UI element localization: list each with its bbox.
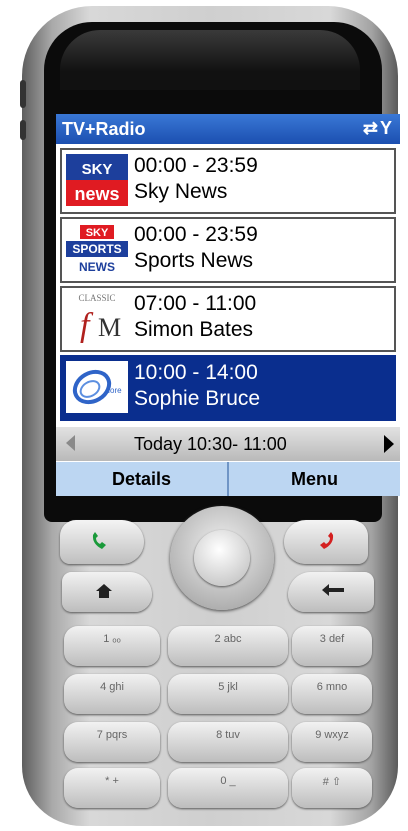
channel-item-sports-news[interactable]: SKY SPORTS NEWS 00:00 - 23:59 Sports New… [60, 217, 396, 283]
program-name: Sports News [134, 249, 254, 272]
keypad-key-label: * + [105, 775, 119, 787]
svg-text:CLASSIC: CLASSIC [78, 293, 115, 303]
back-arrow-icon [322, 584, 344, 596]
keypad-key[interactable]: 2 abc [168, 626, 288, 666]
home-button[interactable] [62, 572, 152, 612]
connectivity-icon: ⇄Y [362, 118, 394, 138]
keypad-key-label: 0 _ [220, 775, 236, 787]
svg-text:SKY: SKY [86, 227, 109, 239]
svg-text:NEWS: NEWS [79, 260, 115, 274]
core-radio-logo: core [66, 361, 128, 413]
svg-text:M: M [98, 313, 121, 342]
keypad-key[interactable]: 1 ₒₒ [64, 626, 160, 666]
program-name: Simon Bates [134, 318, 254, 341]
keypad-key[interactable]: 7 pqrs [64, 722, 160, 762]
softkey-bar: Details Menu [56, 462, 400, 496]
phone-green-icon [92, 532, 106, 549]
channel-item-classic-fm[interactable]: CLASSIC f M 07:00 - 11:00 Simon Bates [60, 286, 396, 352]
keypad-key[interactable]: 8 tuv [168, 722, 288, 762]
app-title: TV+Radio [62, 119, 146, 139]
phone-screen: TV+Radio ⇄Y SKY news 00:00 - 23:59 Sky N… [56, 114, 400, 496]
svg-text:SPORTS: SPORTS [72, 242, 121, 256]
call-button[interactable] [60, 520, 144, 564]
program-name: Sky News [134, 180, 228, 203]
keypad-key-label: 1 ₒₒ [103, 633, 121, 645]
sky-news-logo: SKY news [66, 154, 128, 206]
program-time: 00:00 - 23:59 [134, 223, 258, 246]
phone-red-icon [320, 532, 334, 549]
sky-sports-news-logo: SKY SPORTS NEWS [66, 225, 128, 274]
keypad-key-label: # ⇧ [322, 776, 342, 788]
channel-item-sky-news[interactable]: SKY news 00:00 - 23:59 Sky News [60, 148, 396, 214]
keypad-key[interactable]: # ⇧ [292, 768, 372, 808]
keypad-key-label: 4 ghi [100, 681, 124, 693]
program-time: 00:00 - 23:59 [134, 154, 258, 177]
keypad-key-label: 5 jkl [218, 681, 238, 693]
svg-text:news: news [74, 184, 119, 204]
keypad-key-label: 3 def [319, 633, 345, 645]
keypad-key[interactable]: 5 jkl [168, 674, 288, 714]
keypad-key-label: 8 tuv [216, 729, 240, 741]
keypad-key[interactable]: 0 _ [168, 768, 288, 808]
svg-text:f: f [80, 307, 94, 344]
classic-fm-logo: CLASSIC f M [78, 293, 121, 344]
keypad-key[interactable]: 3 def [292, 626, 372, 666]
program-time: 07:00 - 11:00 [134, 292, 257, 315]
svg-text:SKY: SKY [82, 161, 113, 178]
home-icon [96, 584, 112, 598]
svg-text:core: core [106, 386, 122, 395]
date-navigation-bar: Today 10:30- 11:00 [56, 427, 400, 461]
dpad-select-button[interactable] [194, 530, 250, 586]
channel-item-core[interactable]: core 10:00 - 14:00 Sophie Bruce [60, 355, 396, 421]
program-name: Sophie Bruce [134, 387, 261, 410]
time-slot-label: Today 10:30- 11:00 [134, 434, 287, 454]
earpiece-area [60, 30, 360, 90]
menu-softkey[interactable]: Menu [229, 462, 400, 496]
next-arrow-icon[interactable] [384, 435, 394, 453]
back-button[interactable] [288, 572, 374, 612]
side-button[interactable] [20, 120, 26, 140]
keypad-key[interactable]: 9 wxyz [292, 722, 372, 762]
keypad-key-label: 6 mno [316, 681, 348, 693]
previous-arrow-icon[interactable] [66, 435, 75, 451]
keypad-key-label: 2 abc [214, 633, 242, 645]
side-button[interactable] [20, 80, 26, 108]
program-time: 10:00 - 14:00 [134, 361, 258, 384]
keypad-key-label: 7 pqrs [96, 729, 128, 741]
details-softkey[interactable]: Details [56, 462, 229, 496]
channel-list: SKY news 00:00 - 23:59 Sky News SKY SPOR… [60, 148, 396, 424]
end-call-button[interactable] [284, 520, 368, 564]
keypad-key[interactable]: * + [64, 768, 160, 808]
title-bar: TV+Radio ⇄Y [56, 114, 400, 144]
keypad-key[interactable]: 6 mno [292, 674, 372, 714]
keypad-key-label: 9 wxyz [315, 729, 349, 741]
keypad-key[interactable]: 4 ghi [64, 674, 160, 714]
